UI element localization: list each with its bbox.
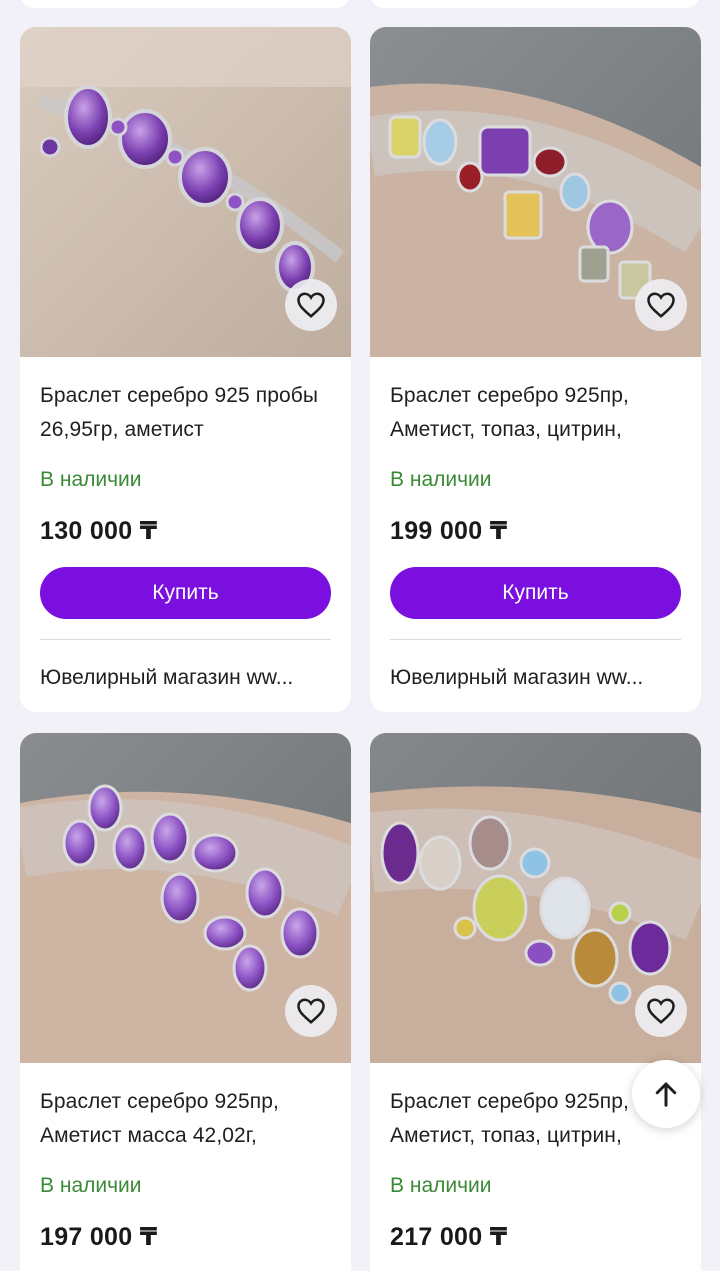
previous-card-right[interactable] — [370, 0, 700, 8]
product-title[interactable]: Браслет серебро 925пр, Аметист, топаз, ц… — [390, 379, 681, 447]
product-image[interactable] — [20, 733, 351, 1063]
shop-name[interactable]: Ювелирный магазин ww... — [390, 640, 681, 712]
heart-outline-icon — [647, 998, 675, 1024]
favorite-button[interactable] — [285, 985, 337, 1037]
product-card[interactable]: Браслет серебро 925пр, Аметист масса 42,… — [20, 733, 351, 1271]
product-card[interactable]: Браслет серебро 925 пробы 26,95гр, амети… — [20, 27, 351, 712]
product-image[interactable] — [370, 733, 701, 1063]
product-card[interactable]: Браслет серебро 925пр, Аметист, топаз, ц… — [370, 733, 701, 1271]
stock-status: В наличии — [40, 1174, 142, 1197]
product-card[interactable]: Браслет серебро 925пр, Аметист, топаз, ц… — [370, 27, 701, 712]
arrow-up-icon — [655, 1082, 677, 1107]
product-image[interactable] — [370, 27, 701, 357]
scroll-to-top-button[interactable] — [632, 1060, 700, 1128]
shop-name[interactable]: Ювелирный магазин ww... — [40, 640, 331, 712]
product-price: 197 000 ₸ — [40, 1223, 158, 1251]
stock-status: В наличии — [390, 1174, 492, 1197]
heart-outline-icon — [647, 292, 675, 318]
buy-button[interactable]: Купить — [40, 567, 331, 619]
product-title[interactable]: Браслет серебро 925пр, Аметист масса 42,… — [40, 1085, 331, 1153]
heart-outline-icon — [297, 998, 325, 1024]
buy-button[interactable]: Купить — [390, 567, 681, 619]
product-title[interactable]: Браслет серебро 925 пробы 26,95гр, амети… — [40, 379, 331, 447]
favorite-button[interactable] — [285, 279, 337, 331]
heart-outline-icon — [297, 292, 325, 318]
stock-status: В наличии — [40, 468, 142, 491]
favorite-button[interactable] — [635, 985, 687, 1037]
product-price: 199 000 ₸ — [390, 517, 508, 545]
favorite-button[interactable] — [635, 279, 687, 331]
product-price: 130 000 ₸ — [40, 517, 158, 545]
stock-status: В наличии — [390, 468, 492, 491]
product-price: 217 000 ₸ — [390, 1223, 508, 1251]
product-image[interactable] — [20, 27, 351, 357]
previous-card-left[interactable] — [20, 0, 350, 8]
